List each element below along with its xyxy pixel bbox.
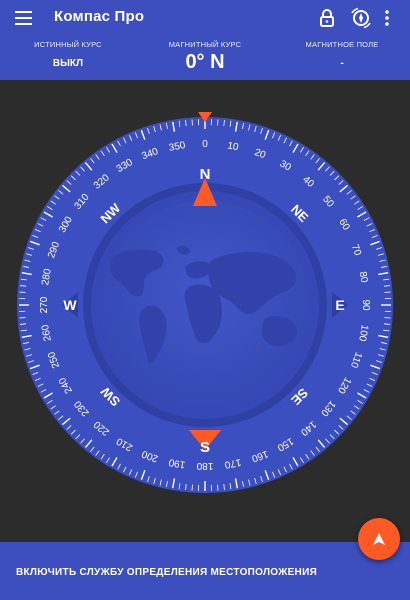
cardinal-e: E (335, 297, 344, 313)
app-title: Компас Про (54, 8, 145, 25)
more-vertical-icon[interactable] (382, 8, 392, 28)
true-course-value: ВЫКЛ (52, 58, 84, 69)
magnetic-course-label: МАГНИТНЫЙ КУРС (168, 40, 242, 49)
magnetic-course-panel: МАГНИТНЫЙ КУРС 0° N (137, 40, 273, 74)
app-bar: Компас Про ИСТИННЫЙ КУРС ВЫКЛ МАГНИТНЫЙ … (0, 0, 410, 80)
compass-calibrate-icon[interactable] (350, 7, 372, 29)
degree-label: 0 (202, 139, 208, 150)
navigation-fab[interactable] (358, 518, 400, 560)
magnetic-field-value: - (340, 58, 344, 69)
navigation-arrow-icon (373, 533, 385, 545)
magnetic-field-panel: МАГНИТНОЕ ПОЛЕ - (274, 40, 410, 69)
menu-icon[interactable] (14, 9, 36, 27)
location-service-text[interactable]: ВКЛЮЧИТЬ СЛУЖБУ ОПРЕДЕЛЕНИЯ МЕСТОПОЛОЖЕН… (16, 567, 317, 578)
toolbar: Компас Про (0, 0, 410, 36)
true-course-label: ИСТИННЫЙ КУРС (34, 40, 102, 49)
compass-dial[interactable]: 0 102030405060708090100110120130140150160… (0, 100, 410, 510)
magnetic-course-value: 0° N (185, 51, 225, 73)
magnetic-field-label: МАГНИТНОЕ ПОЛЕ (305, 40, 379, 49)
location-service-bar[interactable]: ВКЛЮЧИТЬ СЛУЖБУ ОПРЕДЕЛЕНИЯ МЕСТОПОЛОЖЕН… (0, 542, 410, 600)
compass-area: 0 10 20 30 40 50 60 70 80 90 100 110 120 130 140 150 160… (0, 100, 410, 510)
cardinal-w: W (63, 297, 77, 313)
degree-label: 180 (196, 460, 213, 471)
true-course-panel: ИСТИННЫЙ КУРС ВЫКЛ (0, 40, 136, 69)
lock-icon[interactable] (318, 8, 336, 28)
degree-label: 90 (360, 299, 371, 311)
cardinal-n: N (200, 166, 211, 183)
degree-label: 270 (39, 296, 50, 313)
cardinal-s: S (200, 439, 210, 456)
